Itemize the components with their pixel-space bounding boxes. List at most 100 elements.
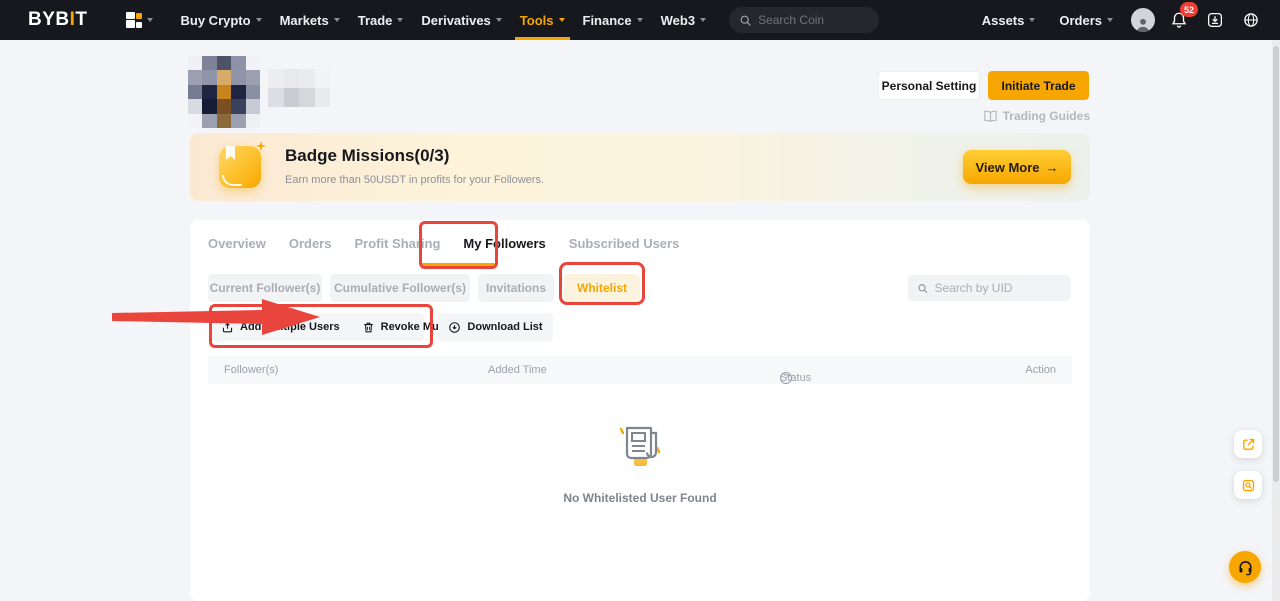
view-more-button[interactable]: View More → xyxy=(963,150,1071,184)
language-button[interactable] xyxy=(1236,0,1266,40)
download-icon xyxy=(1206,11,1224,29)
sparkle-icon xyxy=(255,140,267,152)
share-external-button[interactable] xyxy=(1234,430,1262,458)
person-icon xyxy=(1134,16,1152,32)
tab-profit-sharing[interactable]: Profit Sharing xyxy=(354,236,440,251)
search-coin-box[interactable] xyxy=(729,7,879,33)
nav-item-trade[interactable]: Trade xyxy=(349,0,413,40)
subtab-invitations[interactable]: Invitations xyxy=(478,274,554,302)
bulk-actions-group: Add Multiple Users Revoke Multiple Users xyxy=(210,313,424,341)
column-header-added-time: Added Time xyxy=(488,364,547,376)
bybit-logo[interactable]: BYBIT xyxy=(28,9,88,31)
globe-icon xyxy=(1242,11,1260,29)
tab-subscribed-users[interactable]: Subscribed Users xyxy=(569,236,680,251)
help-icon[interactable]: ? xyxy=(780,372,792,384)
nav-item-orders[interactable]: Orders xyxy=(1050,0,1122,40)
empty-state-icon xyxy=(614,420,666,477)
nav-item-label: Orders xyxy=(1059,13,1102,28)
headset-icon xyxy=(1237,559,1254,576)
tab-orders[interactable]: Orders xyxy=(289,236,332,251)
badge-missions-banner: Badge Missions(0/3) Earn more than 50USD… xyxy=(190,133,1090,201)
nav-item-label: Trade xyxy=(358,13,393,28)
scrollbar-thumb[interactable] xyxy=(1273,46,1279,482)
chevron-down-icon xyxy=(256,18,262,22)
tab-my-followers[interactable]: My Followers xyxy=(463,236,545,251)
download-list-button[interactable]: Download List xyxy=(438,313,553,341)
top-navigation-bar: BYBIT Buy Crypto Markets Trade Derivativ… xyxy=(0,0,1280,40)
table-header-row: Follower(s) Added Time Status ? Action xyxy=(208,356,1072,384)
nav-item-web3[interactable]: Web3 xyxy=(652,0,715,40)
nav-item-buy-crypto[interactable]: Buy Crypto xyxy=(172,0,271,40)
logo-text: T xyxy=(75,9,87,31)
column-header-action: Action xyxy=(1025,364,1056,376)
document-search-icon xyxy=(1241,478,1256,493)
apps-menu-button[interactable] xyxy=(102,0,162,40)
trading-guides-label: Trading Guides xyxy=(1003,109,1090,123)
trash-icon xyxy=(362,321,375,334)
banner-title: Badge Missions(0/3) xyxy=(285,146,449,166)
add-multiple-users-button[interactable]: Add Multiple Users xyxy=(210,313,351,341)
chevron-down-icon xyxy=(700,18,706,22)
search-icon xyxy=(917,282,928,295)
chevron-down-icon xyxy=(559,18,565,22)
chevron-down-icon xyxy=(496,18,502,22)
search-icon xyxy=(739,14,752,27)
chevron-down-icon xyxy=(1107,18,1113,22)
chevron-down-icon xyxy=(147,18,153,22)
avatar xyxy=(1131,8,1155,32)
external-link-icon xyxy=(1241,437,1256,452)
apps-grid-icon xyxy=(126,12,142,28)
upload-icon xyxy=(221,321,234,334)
nav-item-label: Buy Crypto xyxy=(181,13,251,28)
notifications-button[interactable]: 52 xyxy=(1164,0,1194,40)
arrow-right-icon: → xyxy=(1046,160,1059,175)
account-avatar-button[interactable] xyxy=(1128,0,1158,40)
nav-item-derivatives[interactable]: Derivatives xyxy=(412,0,510,40)
chevron-down-icon xyxy=(637,18,643,22)
notification-count-badge: 52 xyxy=(1180,2,1198,17)
subtab-current-followers[interactable]: Current Follower(s) xyxy=(208,274,322,302)
download-app-button[interactable] xyxy=(1200,0,1230,40)
view-more-label: View More xyxy=(975,160,1039,175)
subtab-cumulative-followers[interactable]: Cumulative Follower(s) xyxy=(330,274,470,302)
search-coin-input[interactable] xyxy=(758,13,869,27)
nav-right-section: Assets Orders 52 xyxy=(973,0,1266,40)
subtab-whitelist[interactable]: Whitelist xyxy=(564,274,640,302)
username-blurred xyxy=(268,69,330,107)
download-list-label: Download List xyxy=(467,321,542,333)
avatar-blurred xyxy=(188,56,260,128)
panel-tabs: Overview Orders Profit Sharing My Follow… xyxy=(208,220,679,266)
empty-state-message: No Whitelisted User Found xyxy=(190,491,1090,505)
nav-item-label: Web3 xyxy=(661,13,695,28)
nav-item-label: Tools xyxy=(520,13,554,28)
customer-support-button[interactable] xyxy=(1229,551,1261,583)
column-header-followers: Follower(s) xyxy=(224,364,278,376)
nav-item-assets[interactable]: Assets xyxy=(973,0,1045,40)
banner-subtitle: Earn more than 50USDT in profits for you… xyxy=(285,174,544,186)
chevron-down-icon xyxy=(397,18,403,22)
active-nav-underline xyxy=(515,37,570,40)
nav-item-label: Finance xyxy=(583,13,632,28)
search-by-uid-box[interactable] xyxy=(908,275,1071,301)
chevron-down-icon xyxy=(334,18,340,22)
search-by-uid-input[interactable] xyxy=(934,281,1062,295)
chevron-down-icon xyxy=(1029,18,1035,22)
nav-item-markets[interactable]: Markets xyxy=(271,0,349,40)
nav-item-tools[interactable]: Tools xyxy=(511,0,574,40)
preview-search-button[interactable] xyxy=(1234,471,1262,499)
initiate-trade-button[interactable]: Initiate Trade xyxy=(988,71,1089,100)
personal-setting-button[interactable]: Personal Setting xyxy=(878,71,980,100)
nav-item-label: Markets xyxy=(280,13,329,28)
download-circle-icon xyxy=(448,321,461,334)
logo-text: BYB xyxy=(28,9,70,31)
nav-item-label: Assets xyxy=(982,13,1025,28)
book-icon xyxy=(983,110,998,123)
add-multiple-users-label: Add Multiple Users xyxy=(240,321,340,333)
tab-overview[interactable]: Overview xyxy=(208,236,266,251)
nav-item-finance[interactable]: Finance xyxy=(574,0,652,40)
nav-item-label: Derivatives xyxy=(421,13,490,28)
followers-panel: Overview Orders Profit Sharing My Follow… xyxy=(190,220,1090,601)
badge-missions-icon xyxy=(215,142,265,192)
active-tab-underline xyxy=(420,263,495,266)
trading-guides-link[interactable]: Trading Guides xyxy=(890,107,1090,125)
